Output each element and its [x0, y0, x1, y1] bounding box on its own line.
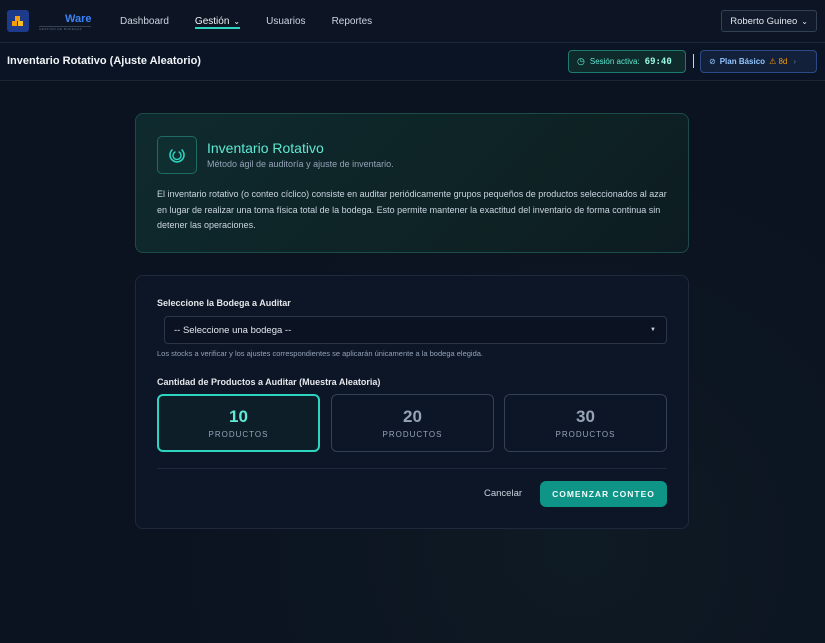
chevron-down-icon: ⌄ [233, 17, 241, 26]
main-nav: Dashboard Gestión ⌄ Usuarios Reportes [120, 0, 398, 43]
plan-days-remaining: ⚠ 8d [769, 57, 788, 66]
brand-tagline: GESTIÓN DE BODEGAS [39, 26, 91, 31]
warehouse-hint: Los stocks a verificar y los ajustes cor… [157, 349, 484, 358]
warehouse-select[interactable]: -- Seleccione una bodega -- ▼ [164, 316, 667, 344]
option-value: 30 [576, 407, 595, 426]
cancel-button[interactable]: Cancelar [484, 488, 522, 499]
warehouse-icon [7, 10, 29, 32]
check-circle-icon: ⊘ [709, 57, 716, 66]
info-description: El inventario rotativo (o conteo cíclico… [157, 189, 667, 230]
audit-form-card: Seleccione la Bodega a Auditar -- Selecc… [135, 275, 689, 529]
brand-name: Ware [65, 13, 92, 25]
refresh-cycle-icon [157, 136, 197, 174]
user-menu-button[interactable]: Roberto Guineo ⌄ [721, 10, 817, 32]
session-label: Sesión activa: [589, 57, 640, 66]
nav-label: Reportes [331, 16, 373, 27]
start-count-button[interactable]: COMENZAR CONTEO [540, 481, 667, 507]
option-unit: PRODUCTOS [382, 430, 443, 439]
header-divider [693, 54, 694, 68]
refresh-cycle-svg [169, 149, 185, 163]
warehouse-selected-value: -- Seleccione una bodega -- [174, 324, 292, 336]
option-value: 20 [403, 407, 422, 426]
option-unit: PRODUCTOS [555, 430, 616, 439]
option-value: 10 [229, 407, 248, 426]
caret-down-icon: ▼ [650, 327, 656, 333]
info-card: Inventario Rotativo Método ágil de audit… [135, 113, 689, 253]
option-unit: PRODUCTOS [208, 430, 269, 439]
page-title: Inventario Rotativo (Ajuste Aleatorio) [7, 55, 201, 67]
nav-item-gestion[interactable]: Gestión ⌄ [194, 0, 241, 43]
nav-item-dashboard[interactable]: Dashboard [120, 0, 169, 43]
session-badge: ◷ Sesión activa: 69:40 [568, 50, 686, 73]
nav-item-reportes[interactable]: Reportes [332, 0, 373, 43]
top-navbar: Ware GESTIÓN DE BODEGAS Dashboard Gestió… [0, 0, 825, 43]
nav-label: Dashboard [120, 16, 169, 27]
nav-item-usuarios[interactable]: Usuarios [266, 0, 305, 43]
chevron-down-icon: ⌄ [801, 16, 808, 26]
quantity-option-30[interactable]: 30 PRODUCTOS [504, 394, 667, 452]
quantity-label: Cantidad de Productos a Auditar (Muestra… [157, 377, 381, 387]
session-timer: 69:40 [644, 56, 672, 67]
plan-label: Plan Básico [719, 57, 766, 66]
info-subtitle: Método ágil de auditoría y ajuste de inv… [207, 159, 394, 169]
brand-logo[interactable]: Ware GESTIÓN DE BODEGAS [7, 10, 92, 32]
form-divider [157, 468, 667, 469]
info-title: Inventario Rotativo [207, 140, 324, 156]
nav-label: Gestión [194, 16, 230, 27]
quantity-option-10[interactable]: 10 PRODUCTOS [157, 394, 320, 452]
warehouse-label: Seleccione la Bodega a Auditar [157, 298, 291, 308]
clock-icon: ◷ [577, 56, 585, 66]
plan-badge[interactable]: ⊘ Plan Básico ⚠ 8d › [700, 50, 817, 73]
user-name: Roberto Guineo [730, 15, 798, 27]
chevron-right-icon: › [793, 57, 797, 66]
page-header: Inventario Rotativo (Ajuste Aleatorio) ◷… [0, 43, 825, 81]
quantity-option-20[interactable]: 20 PRODUCTOS [331, 394, 494, 452]
nav-label: Usuarios [266, 16, 306, 27]
